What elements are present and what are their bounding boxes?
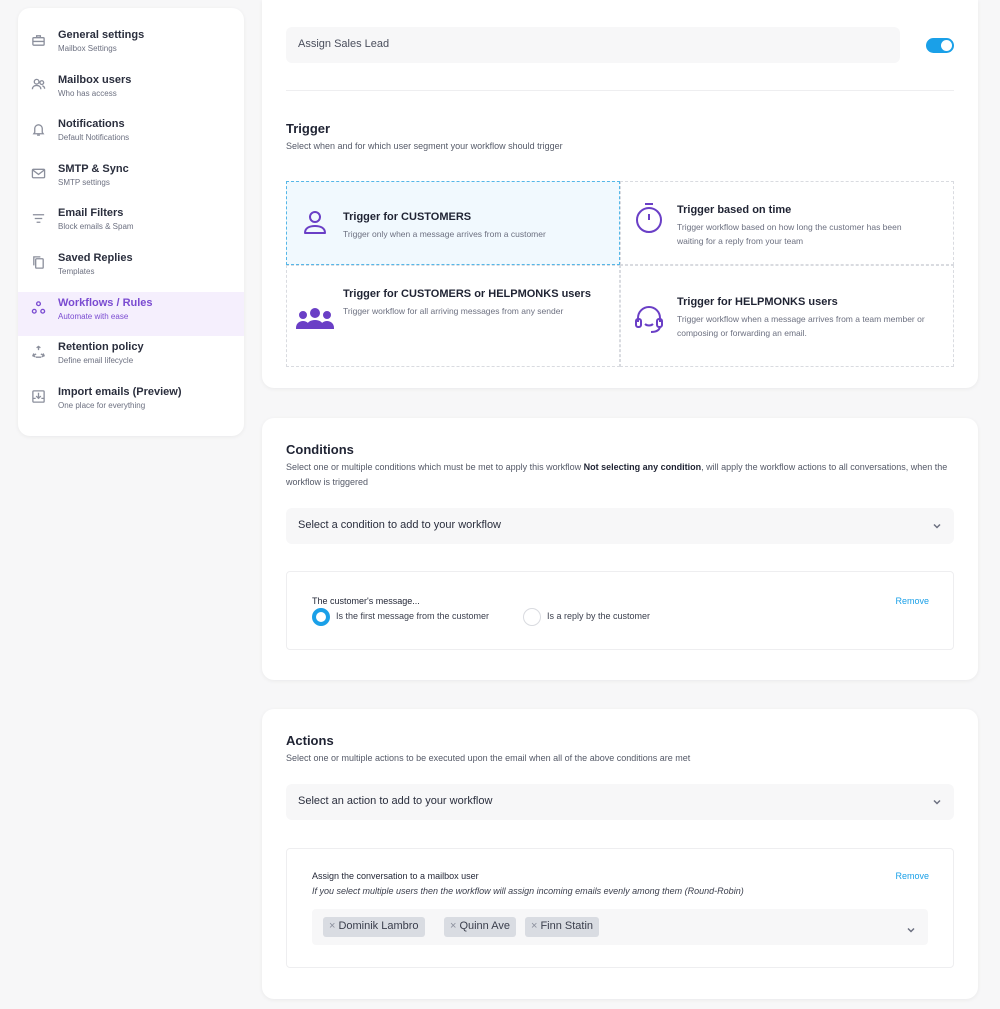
sidebar-item-subtitle: Mailbox Settings xyxy=(58,44,117,53)
user-multiselect[interactable]: × Dominik Lambro × Quinn Ave × Finn Statin xyxy=(312,909,928,945)
sidebar-item-workflows-rules[interactable]: Workflows / Rules Automate with ease xyxy=(18,291,244,337)
trigger-option-helpmonks-users[interactable]: Trigger for HELPMONKS users Trigger work… xyxy=(620,265,954,367)
action-select-placeholder: Select an action to add to your workflow xyxy=(298,795,493,807)
condition-label: The customer's message... xyxy=(312,596,420,606)
trigger-option-desc: Trigger only when a message arrives from… xyxy=(343,229,546,239)
user-tag[interactable]: × Quinn Ave xyxy=(444,917,516,937)
trigger-title: Trigger xyxy=(286,121,331,136)
remove-action-button[interactable]: Remove xyxy=(895,871,929,881)
stopwatch-icon xyxy=(621,202,677,264)
headset-icon xyxy=(621,294,677,366)
import-icon xyxy=(30,389,46,405)
recycle-icon xyxy=(30,344,46,360)
sidebar-item-saved-replies[interactable]: Saved Replies Templates xyxy=(18,247,244,292)
sidebar-item-subtitle: Automate with ease xyxy=(58,311,129,321)
sidebar-item-import-emails[interactable]: Import emails (Preview) One place for eve… xyxy=(18,381,244,426)
sidebar-item-subtitle: Block emails & Spam xyxy=(58,222,134,232)
actions-title: Actions xyxy=(286,733,334,748)
trigger-option-desc: Trigger workflow based on how long the c… xyxy=(677,222,902,246)
mail-icon xyxy=(30,166,46,182)
workflow-enabled-toggle[interactable] xyxy=(926,38,954,53)
user-tag[interactable]: × Finn Statin xyxy=(525,917,600,937)
sidebar-item-subtitle: Default Notifications xyxy=(58,133,130,143)
sidebar-item-smtp-sync[interactable]: SMTP & Sync SMTP settings xyxy=(18,158,244,203)
sidebar-item-title: Mailbox users xyxy=(58,73,132,86)
remove-condition-button[interactable]: Remove xyxy=(895,596,929,606)
workflow-icon xyxy=(30,300,46,316)
chevron-down-icon xyxy=(906,922,916,933)
trigger-option-time[interactable]: Trigger based on time Trigger workflow b… xyxy=(620,181,954,265)
group-icon xyxy=(287,286,343,366)
sidebar-item-subtitle: SMTP settings xyxy=(58,177,110,187)
sidebar-item-title: Saved Replies xyxy=(58,251,133,264)
trigger-option-title: Trigger for HELPMONKS users xyxy=(677,296,838,308)
sidebar-item-title: SMTP & Sync xyxy=(58,162,129,175)
sidebar-item-retention-policy[interactable]: Retention policy Define email lifecycle xyxy=(18,336,244,381)
sidebar-item-mailbox-users[interactable]: Mailbox users Who has access xyxy=(18,69,244,114)
sidebar-item-subtitle: Who has access xyxy=(58,88,117,98)
trigger-option-title: Trigger for CUSTOMERS xyxy=(343,211,472,223)
sidebar-item-title: Notifications xyxy=(58,118,125,131)
sidebar-item-title: General settings xyxy=(58,29,145,41)
radio-label-first-message: Is the first message from the customer xyxy=(336,611,490,621)
chevron-down-icon xyxy=(932,521,942,531)
sidebar-item-title: Import emails (Preview) xyxy=(58,385,182,398)
radio-reply[interactable] xyxy=(523,608,541,626)
sidebar-item-title: Workflows / Rules xyxy=(58,296,153,309)
action-note: If you select multiple users then the wo… xyxy=(312,886,744,896)
bell-icon xyxy=(30,121,46,137)
radio-first-message[interactable] xyxy=(312,608,330,626)
trigger-card: Assign Sales Lead Trigger Select when an… xyxy=(262,0,978,388)
conditions-subtitle: Select one or multiple conditions which … xyxy=(286,462,948,487)
users-icon xyxy=(30,77,46,93)
sidebar-item-title: Retention policy xyxy=(58,341,144,354)
trigger-option-customers-or-helpmonks[interactable]: Trigger for CUSTOMERS or HELPMONKS users… xyxy=(286,265,620,367)
actions-subtitle: Select one or multiple actions to be exe… xyxy=(286,753,691,763)
sidebar-item-general-settings[interactable]: General settings Mailbox Settings xyxy=(18,24,244,69)
actions-card: Actions Select one or multiple actions t… xyxy=(262,709,978,999)
sidebar-item-subtitle: Templates xyxy=(58,266,95,276)
condition-item: The customer's message... Remove Is the … xyxy=(286,571,954,650)
settings-sidebar: General settings Mailbox Settings Mailbox… xyxy=(18,8,244,436)
chevron-down-icon xyxy=(932,797,942,807)
action-item: Assign the conversation to a mailbox use… xyxy=(286,848,954,968)
action-select[interactable]: Select an action to add to your workflow xyxy=(286,784,954,820)
copy-icon xyxy=(30,255,46,271)
workflow-name-field[interactable]: Assign Sales Lead xyxy=(286,27,900,63)
action-label: Assign the conversation to a mailbox use… xyxy=(312,871,479,881)
user-tag[interactable]: × Dominik Lambro xyxy=(323,917,425,937)
remove-tag-icon[interactable]: × xyxy=(531,920,537,932)
filter-icon xyxy=(30,210,46,226)
trigger-option-customers[interactable]: Trigger for CUSTOMERS Trigger only when … xyxy=(286,181,620,265)
sidebar-item-email-filters[interactable]: Email Filters Block emails & Spam xyxy=(18,202,244,247)
remove-tag-icon[interactable]: × xyxy=(450,920,456,932)
trigger-option-title: Trigger based on time xyxy=(677,204,792,216)
briefcase-icon xyxy=(30,32,46,48)
sidebar-item-notifications[interactable]: Notifications Default Notifications xyxy=(18,113,244,158)
trigger-subtitle: Select when and for which user segment y… xyxy=(286,141,563,151)
sidebar-item-subtitle: Define email lifecycle xyxy=(58,356,134,366)
sidebar-item-title: Email Filters xyxy=(58,207,124,220)
condition-select-placeholder: Select a condition to add to your workfl… xyxy=(298,519,502,531)
radio-label-reply: Is a reply by the customer xyxy=(547,611,651,621)
conditions-title: Conditions xyxy=(286,442,354,457)
divider xyxy=(286,90,954,91)
sidebar-item-subtitle: One place for everything xyxy=(58,400,146,410)
condition-select[interactable]: Select a condition to add to your workfl… xyxy=(286,508,954,544)
conditions-card: Conditions Select one or multiple condit… xyxy=(262,418,978,680)
trigger-option-desc: Trigger workflow for all arriving messag… xyxy=(343,306,564,316)
user-icon xyxy=(287,209,343,264)
trigger-option-desc: Trigger workflow when a message arrives … xyxy=(677,314,925,338)
trigger-option-title: Trigger for CUSTOMERS or HELPMONKS users xyxy=(343,288,591,300)
remove-tag-icon[interactable]: × xyxy=(329,920,335,932)
